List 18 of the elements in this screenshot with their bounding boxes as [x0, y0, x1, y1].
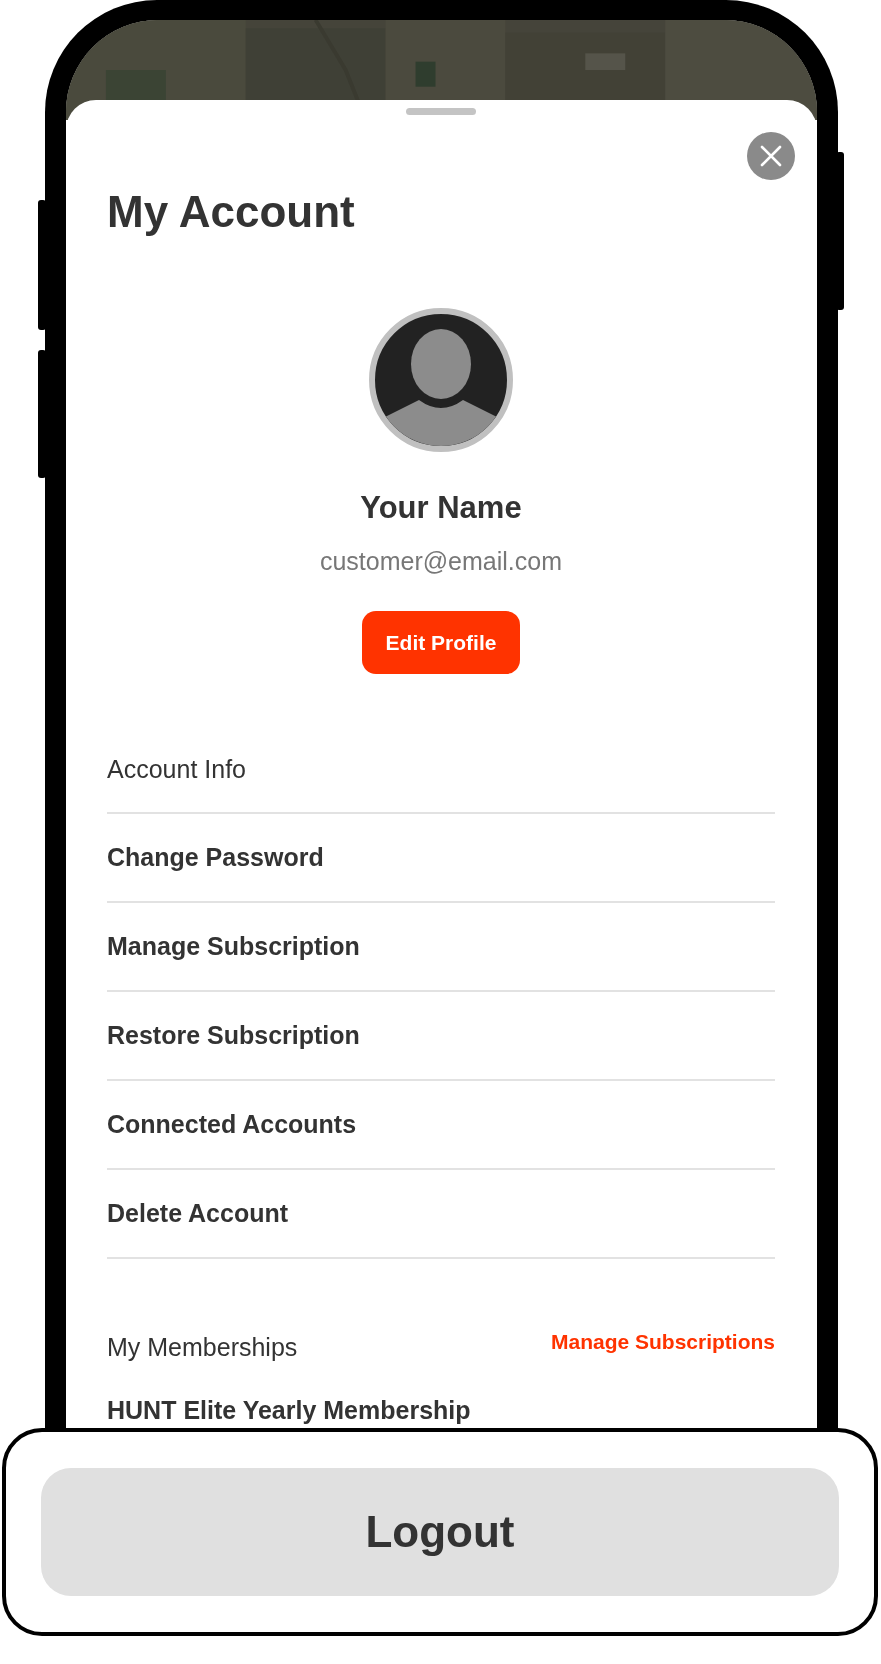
logout-button[interactable]: Logout	[41, 1468, 839, 1596]
menu-item[interactable]: Restore Subscription	[107, 1021, 360, 1050]
drag-handle[interactable]	[406, 108, 476, 115]
menu-item[interactable]: Delete Account	[107, 1199, 289, 1228]
close-icon	[760, 145, 782, 167]
user-name: Your Name	[359, 489, 523, 527]
user-email: customer@email.com	[318, 546, 564, 577]
close-button[interactable]	[747, 132, 795, 180]
menu-item[interactable]: Connected Accounts	[107, 1110, 357, 1139]
avatar-icon	[369, 308, 513, 452]
menu-item[interactable]: Change Password	[107, 843, 324, 872]
section-heading: My Memberships	[107, 1332, 298, 1362]
edit-profile-button[interactable]: Edit Profile	[361, 611, 521, 674]
menu-item[interactable]: Manage Subscription	[107, 932, 360, 961]
membership-item[interactable]: HUNT Elite Yearly Membership	[107, 1395, 471, 1425]
section-heading: Account Info	[107, 754, 246, 785]
manage-subscriptions-link[interactable]: Manage Subscriptions	[550, 1330, 775, 1354]
sheet-title: My Account	[107, 186, 356, 238]
